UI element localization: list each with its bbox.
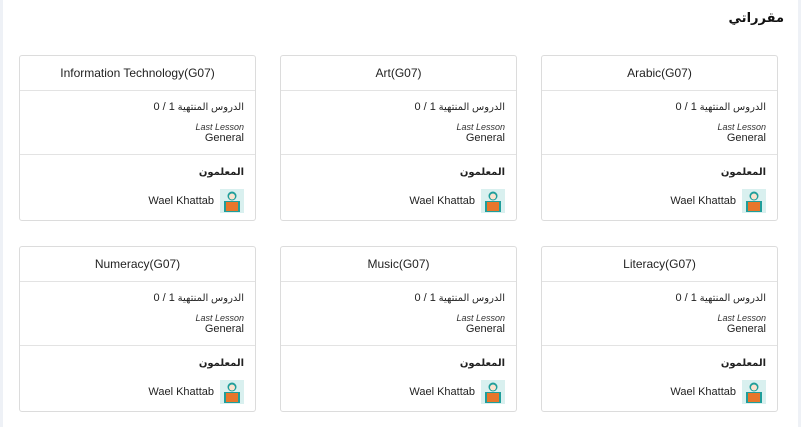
- last-lesson-value: General: [465, 132, 505, 144]
- teachers-label: المعلمون: [198, 358, 244, 369]
- lessons-progress: الدروس المنتهية 1 / 0: [292, 101, 505, 114]
- teacher-avatar-icon: [481, 189, 505, 213]
- lessons-progress: الدروس المنتهية 1 / 0: [553, 101, 766, 114]
- last-lesson-label: Last Lesson: [456, 122, 505, 132]
- teachers-section: المعلمون Wael Khattab: [542, 155, 777, 213]
- teacher-name: Wael Khattab: [148, 386, 214, 398]
- lessons-label: الدروس المنتهية: [699, 293, 766, 304]
- lessons-count: 1 / 0: [414, 101, 436, 113]
- course-progress-section: الدروس المنتهية 1 / 0 Last Lesson Genera…: [20, 91, 255, 155]
- teacher-avatar-icon: [220, 380, 244, 404]
- teacher-name: Wael Khattab: [409, 195, 475, 207]
- lessons-progress: الدروس المنتهية 1 / 0: [292, 292, 505, 305]
- course-progress-section: الدروس المنتهية 1 / 0 Last Lesson Genera…: [281, 282, 516, 346]
- teachers-label: المعلمون: [198, 167, 244, 178]
- last-lesson-label: Last Lesson: [195, 122, 244, 132]
- teachers-section: المعلمون Wael Khattab: [281, 346, 516, 404]
- course-card[interactable]: Information Technology(G07) الدروس المنت…: [19, 55, 256, 221]
- teachers-section: المعلمون Wael Khattab: [542, 346, 777, 404]
- teacher-avatar-icon: [742, 189, 766, 213]
- lessons-label: الدروس المنتهية: [177, 102, 244, 113]
- course-card[interactable]: Music(G07) الدروس المنتهية 1 / 0 Last Le…: [280, 246, 517, 412]
- course-card[interactable]: Art(G07) الدروس المنتهية 1 / 0 Last Less…: [280, 55, 517, 221]
- course-card[interactable]: Literacy(G07) الدروس المنتهية 1 / 0 Last…: [541, 246, 778, 412]
- teachers-label: المعلمون: [720, 167, 766, 178]
- course-progress-section: الدروس المنتهية 1 / 0 Last Lesson Genera…: [542, 282, 777, 346]
- teachers-section: المعلمون Wael Khattab: [20, 346, 255, 404]
- teacher-row: Wael Khattab: [553, 380, 766, 404]
- teacher-row: Wael Khattab: [292, 380, 505, 404]
- last-lesson-value: General: [204, 323, 244, 335]
- last-lesson-value: General: [204, 132, 244, 144]
- course-card[interactable]: Arabic(G07) الدروس المنتهية 1 / 0 Last L…: [541, 55, 778, 221]
- course-progress-section: الدروس المنتهية 1 / 0 Last Lesson Genera…: [542, 91, 777, 155]
- courses-panel: مقرراتي Arabic(G07) الدروس المنتهية 1 / …: [3, 0, 798, 427]
- teachers-label: المعلمون: [720, 358, 766, 369]
- teacher-avatar-icon: [742, 380, 766, 404]
- last-lesson-label: Last Lesson: [717, 313, 766, 323]
- lessons-count: 1 / 0: [414, 292, 436, 304]
- course-title[interactable]: Numeracy(G07): [20, 247, 255, 282]
- teacher-name: Wael Khattab: [409, 386, 475, 398]
- lessons-label: الدروس المنتهية: [438, 293, 505, 304]
- course-progress-section: الدروس المنتهية 1 / 0 Last Lesson Genera…: [281, 91, 516, 155]
- lessons-label: الدروس المنتهية: [177, 293, 244, 304]
- course-title[interactable]: Art(G07): [281, 56, 516, 91]
- course-card[interactable]: Numeracy(G07) الدروس المنتهية 1 / 0 Last…: [19, 246, 256, 412]
- page-title: مقرراتي: [728, 10, 784, 25]
- lessons-count: 1 / 0: [675, 292, 697, 304]
- teacher-avatar-icon: [220, 189, 244, 213]
- teacher-name: Wael Khattab: [148, 195, 214, 207]
- teachers-label: المعلمون: [459, 358, 505, 369]
- last-lesson-label: Last Lesson: [195, 313, 244, 323]
- last-lesson-value: General: [726, 323, 766, 335]
- course-title[interactable]: Information Technology(G07): [20, 56, 255, 91]
- teacher-row: Wael Khattab: [31, 189, 244, 213]
- lessons-count: 1 / 0: [153, 292, 175, 304]
- teachers-section: المعلمون Wael Khattab: [281, 155, 516, 213]
- course-title[interactable]: Literacy(G07): [542, 247, 777, 282]
- last-lesson-label: Last Lesson: [456, 313, 505, 323]
- lessons-progress: الدروس المنتهية 1 / 0: [553, 292, 766, 305]
- teacher-avatar-icon: [481, 380, 505, 404]
- lessons-progress: الدروس المنتهية 1 / 0: [31, 292, 244, 305]
- last-lesson-value: General: [726, 132, 766, 144]
- lessons-progress: الدروس المنتهية 1 / 0: [31, 101, 244, 114]
- teacher-name: Wael Khattab: [670, 195, 736, 207]
- teachers-label: المعلمون: [459, 167, 505, 178]
- lessons-count: 1 / 0: [153, 101, 175, 113]
- course-progress-section: الدروس المنتهية 1 / 0 Last Lesson Genera…: [20, 282, 255, 346]
- lessons-label: الدروس المنتهية: [438, 102, 505, 113]
- teacher-row: Wael Khattab: [292, 189, 505, 213]
- course-title[interactable]: Music(G07): [281, 247, 516, 282]
- lessons-count: 1 / 0: [675, 101, 697, 113]
- course-title[interactable]: Arabic(G07): [542, 56, 777, 91]
- last-lesson-label: Last Lesson: [717, 122, 766, 132]
- last-lesson-value: General: [465, 323, 505, 335]
- lessons-label: الدروس المنتهية: [699, 102, 766, 113]
- teachers-section: المعلمون Wael Khattab: [20, 155, 255, 213]
- teacher-name: Wael Khattab: [670, 386, 736, 398]
- teacher-row: Wael Khattab: [553, 189, 766, 213]
- teacher-row: Wael Khattab: [31, 380, 244, 404]
